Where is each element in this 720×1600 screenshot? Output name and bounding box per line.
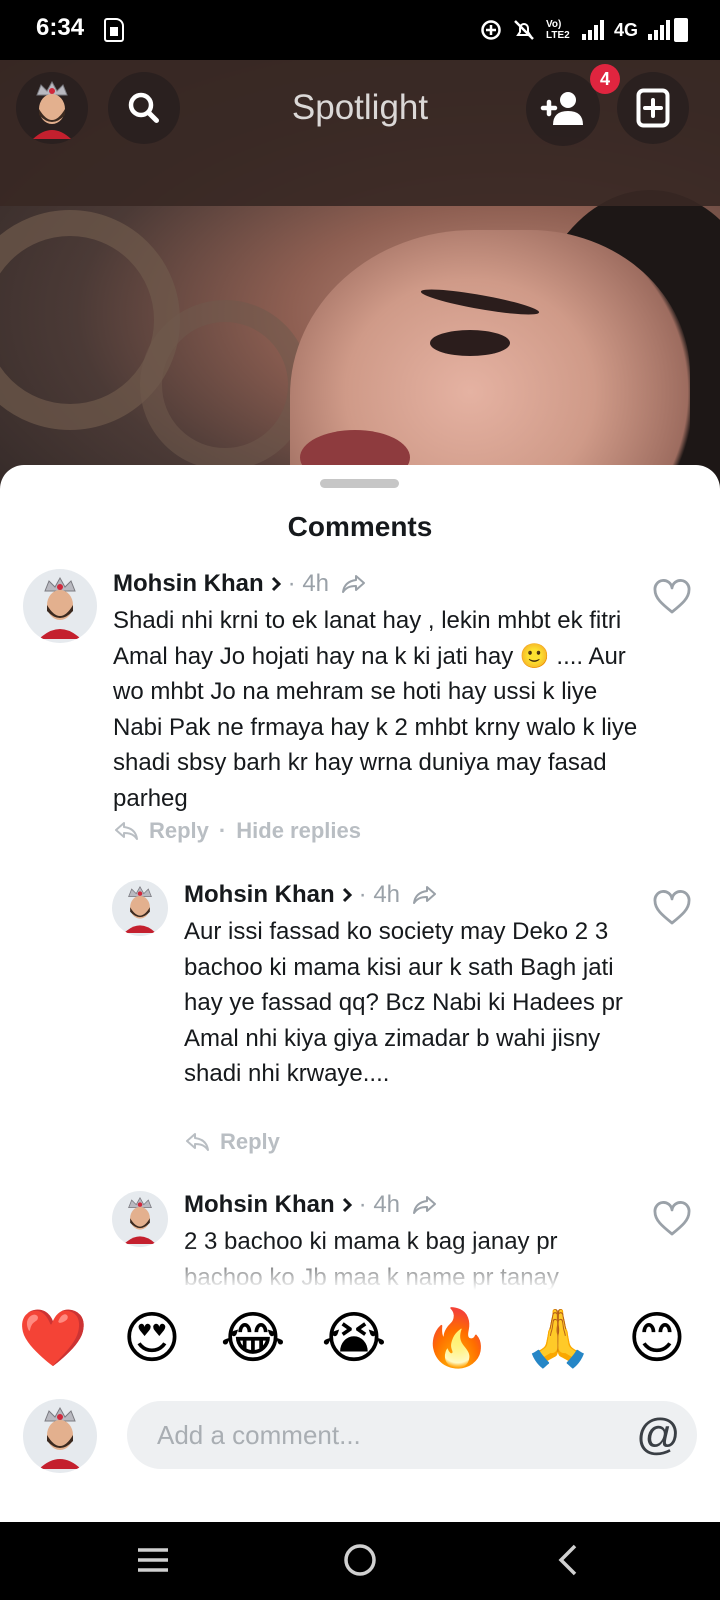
commenter-avatar[interactable] <box>23 569 97 643</box>
reaction-smile[interactable]: 😊 <box>624 1306 690 1372</box>
scroll-fade <box>0 1245 720 1290</box>
comment-actions: Reply <box>184 1129 280 1155</box>
search-button[interactable] <box>108 72 180 144</box>
signal-icon <box>581 20 604 40</box>
search-icon <box>128 92 159 123</box>
profile-avatar-button[interactable] <box>16 72 88 144</box>
commenter-avatar[interactable] <box>112 880 168 936</box>
reply-icon[interactable] <box>184 1131 210 1153</box>
like-heart-icon[interactable] <box>652 1201 692 1237</box>
comment-time: · 4h <box>287 570 330 597</box>
data-saver-icon <box>481 20 501 40</box>
comment-time: · 4h <box>358 1191 401 1218</box>
create-story-button[interactable] <box>617 72 689 144</box>
page-title: Spotlight <box>291 88 429 127</box>
commenter-name[interactable]: Mohsin Khan <box>184 881 335 909</box>
comment-text: Shadi nhi krni to ek lanat hay , lekin m… <box>113 607 638 812</box>
bitmoji-avatar-icon <box>124 1197 156 1244</box>
status-bar: 6:34 Vo) LTE2 4G <box>0 0 720 60</box>
volte-label: Vo) LTE2 <box>545 19 570 41</box>
comment-input[interactable] <box>127 1401 697 1469</box>
share-icon[interactable] <box>341 573 367 595</box>
video-pattern <box>140 300 310 470</box>
bitmoji-avatar-icon <box>39 1406 81 1469</box>
reply-icon[interactable] <box>113 820 139 842</box>
comment-actions: Reply · Hide replies <box>113 818 361 844</box>
comment-text: Aur issi fassad ko society may Deko 2 3 … <box>184 918 623 1087</box>
mention-button[interactable]: @ <box>636 1413 681 1457</box>
reply-button[interactable]: Reply <box>220 1129 280 1155</box>
status-indicators: Vo) LTE2 4G <box>480 14 670 46</box>
like-heart-icon[interactable] <box>652 579 692 615</box>
signal-icon-2 <box>648 20 670 40</box>
battery-icon <box>674 18 688 42</box>
comment-header: Mohsin Khan · 4h <box>113 570 367 598</box>
video-figure <box>430 330 510 356</box>
reply-comment: Mohsin Khan · 4h Aur issi fassad ko soci… <box>0 870 720 1180</box>
commenter-name[interactable]: Mohsin Khan <box>113 570 264 598</box>
separator-dot: · <box>218 818 227 843</box>
bitmoji-avatar-icon <box>124 886 156 933</box>
comment: Mohsin Khan · 4h Shadi nhi krni to ek la… <box>0 465 720 885</box>
chevron-right-icon <box>271 576 281 592</box>
chevron-right-icon <box>342 887 352 903</box>
add-friend-icon <box>540 92 583 125</box>
reaction-heart[interactable]: ❤️ <box>18 1306 88 1372</box>
comment-header: Mohsin Khan · 4h <box>184 881 438 909</box>
quick-reaction-bar: ❤️ 😍 😂 😭 🔥 🙏 😊 <box>0 1290 720 1400</box>
mute-icon <box>514 20 534 40</box>
spotlight-video[interactable] <box>0 60 720 520</box>
bitmoji-avatar-icon <box>33 80 71 139</box>
comment-composer: @ <box>0 1397 720 1507</box>
add-friend-button[interactable] <box>526 72 600 146</box>
bitmoji-avatar-icon <box>39 576 81 639</box>
reaction-crying[interactable]: 😭 <box>321 1306 387 1372</box>
share-icon[interactable] <box>412 884 438 906</box>
comment-header: Mohsin Khan · 4h <box>184 1191 438 1219</box>
comment-time: · 4h <box>358 881 401 908</box>
reaction-joy[interactable]: 😂 <box>220 1306 286 1372</box>
friend-request-badge: 4 <box>590 64 620 94</box>
reaction-pray[interactable]: 🙏 <box>523 1306 593 1372</box>
home-icon[interactable] <box>343 1543 377 1577</box>
my-avatar[interactable] <box>23 1399 97 1473</box>
status-time: 6:34 <box>36 14 85 41</box>
reply-button[interactable]: Reply <box>149 818 209 844</box>
sim-card-icon <box>104 18 124 42</box>
commenter-avatar[interactable] <box>112 1191 168 1247</box>
recent-apps-icon[interactable] <box>136 1546 170 1574</box>
network-type: 4G <box>613 19 638 40</box>
reaction-heart-eyes[interactable]: 😍 <box>119 1306 185 1372</box>
like-heart-icon[interactable] <box>652 890 692 926</box>
chevron-right-icon <box>342 1197 352 1213</box>
back-icon[interactable] <box>556 1543 580 1577</box>
share-icon[interactable] <box>412 1194 438 1216</box>
system-nav-bar <box>0 1522 720 1600</box>
add-story-icon <box>636 88 670 128</box>
commenter-name[interactable]: Mohsin Khan <box>184 1191 335 1219</box>
hide-replies-button[interactable]: Hide replies <box>236 818 361 844</box>
comments-sheet: Comments Mohsin Khan · 4h Shadi nhi krni… <box>0 465 720 1522</box>
reaction-fire[interactable]: 🔥 <box>422 1306 492 1372</box>
